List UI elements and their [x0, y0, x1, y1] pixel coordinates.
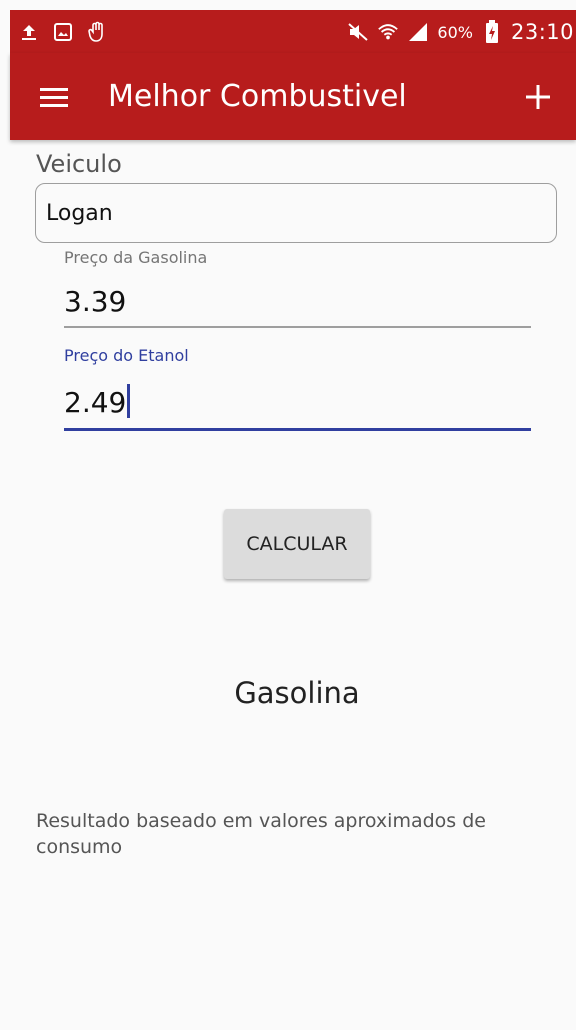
battery-charging-icon	[481, 20, 503, 43]
signal-icon	[407, 21, 429, 43]
status-left-icons	[18, 19, 108, 45]
gasolina-value: 3.39	[64, 285, 127, 318]
gasolina-input[interactable]: 3.39	[64, 284, 126, 320]
add-icon[interactable]	[522, 81, 554, 113]
text-cursor	[127, 384, 131, 418]
app-bar: Melhor Combustivel	[10, 53, 576, 140]
calcular-button[interactable]: CALCULAR	[224, 509, 370, 579]
etanol-input[interactable]: 2.49	[64, 384, 131, 421]
etanol-value: 2.49	[64, 386, 127, 419]
status-right-icons: 60% 23:10	[347, 19, 574, 45]
status-time: 23:10	[510, 20, 574, 44]
result-footnote: Resultado baseado em valores aproximados…	[36, 810, 486, 858]
app-title: Melhor Combustivel	[108, 79, 407, 114]
menu-icon[interactable]	[38, 81, 70, 113]
hand-icon	[86, 21, 108, 43]
gasolina-label: Preço da Gasolina	[64, 248, 208, 267]
image-icon	[52, 21, 74, 43]
upload-icon	[18, 21, 40, 43]
wifi-icon	[377, 21, 399, 43]
etanol-label: Preço do Etanol	[64, 346, 189, 365]
result-text: Gasolina	[234, 676, 360, 710]
battery-percent: 60%	[437, 22, 473, 42]
etanol-underline	[64, 428, 531, 431]
mute-icon	[347, 21, 369, 43]
veiculo-input[interactable]	[35, 183, 557, 243]
status-bar: 60% 23:10	[10, 10, 576, 53]
gasolina-underline	[64, 326, 531, 328]
veiculo-label: Veiculo	[36, 150, 122, 178]
screen: 60% 23:10 Melhor Combustivel Veiculo Pre…	[0, 0, 576, 1030]
